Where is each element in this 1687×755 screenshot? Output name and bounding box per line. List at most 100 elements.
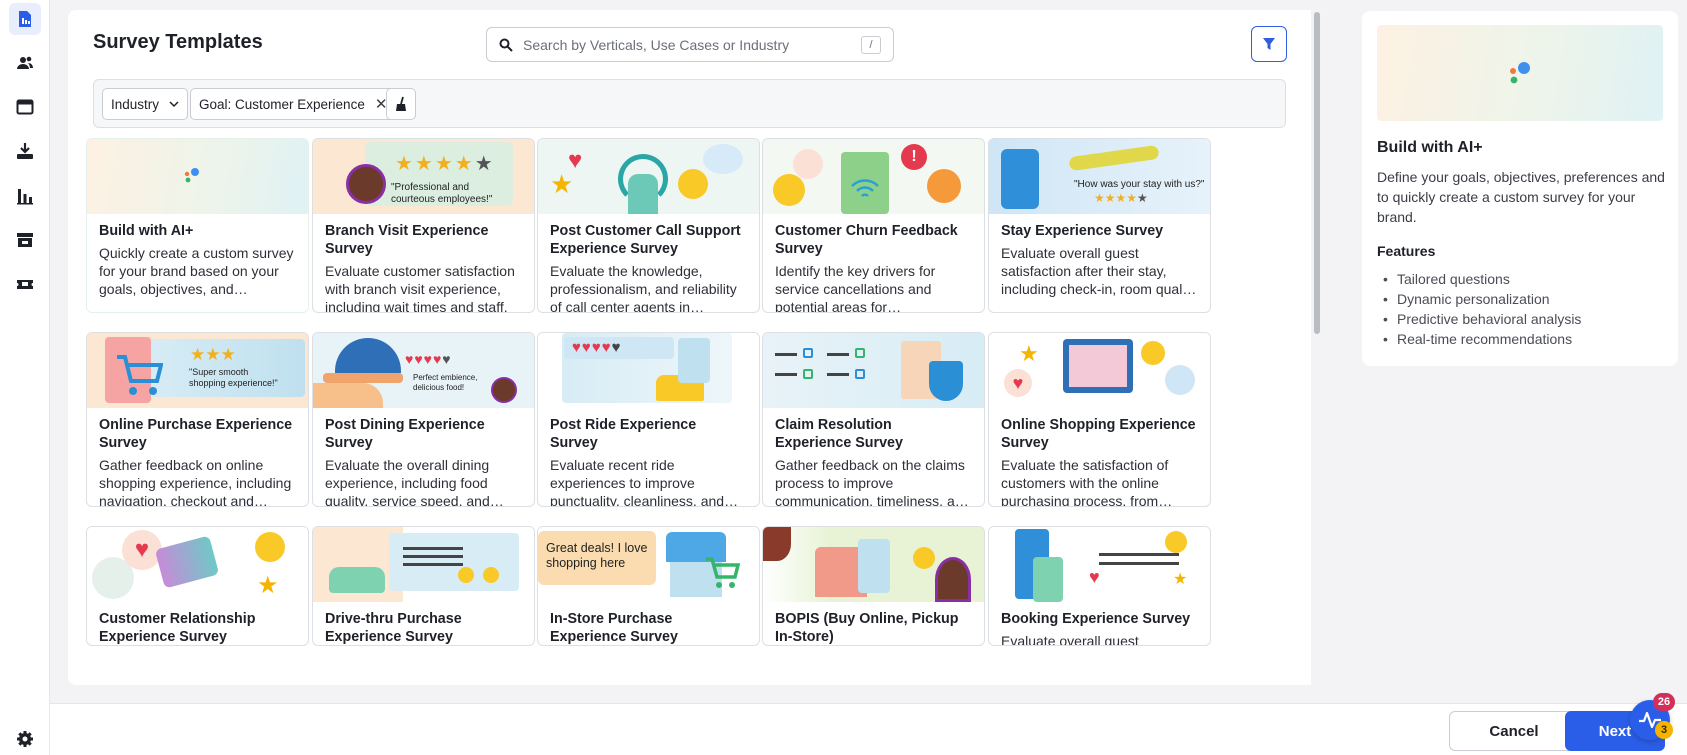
browser-window-icon bbox=[16, 99, 34, 115]
nav-surveys[interactable] bbox=[9, 3, 41, 35]
scrollbar[interactable] bbox=[1311, 10, 1324, 685]
card-illustration: ♥ ★ bbox=[989, 527, 1210, 602]
filter-button[interactable] bbox=[1251, 26, 1287, 62]
nav-store[interactable] bbox=[9, 224, 41, 256]
ticket-icon bbox=[17, 280, 33, 289]
download-tray-icon bbox=[17, 143, 33, 159]
card-description: Quickly create a custom survey for your … bbox=[99, 245, 294, 297]
feature-item: Real-time recommendations bbox=[1377, 329, 1581, 349]
ai-dots-icon bbox=[1510, 62, 1530, 84]
template-card[interactable]: ♥ ★ Customer Relationship Experience Surve… bbox=[86, 526, 309, 646]
search-shortcut-hint: / bbox=[861, 35, 881, 54]
card-title: Branch Visit Experience Survey bbox=[325, 223, 489, 257]
footer-bar bbox=[50, 703, 1687, 755]
card-description: Evaluate the overall dining experience, … bbox=[325, 457, 490, 507]
card-title: Online Purchase Experience Survey bbox=[99, 417, 293, 451]
card-description: Evaluate overall guest bbox=[1001, 633, 1139, 646]
template-card[interactable]: BOPIS (Buy Online, Pickup In-Store) bbox=[762, 526, 985, 646]
bar-chart-icon bbox=[17, 189, 33, 205]
ai-banner bbox=[1377, 25, 1663, 121]
template-card[interactable]: Build with AI+ Quickly create a custom su… bbox=[86, 138, 309, 313]
feature-item: Tailored questions bbox=[1377, 269, 1581, 289]
nav-window[interactable] bbox=[9, 91, 41, 123]
quote-text: Perfect embience, delicious food! bbox=[413, 373, 478, 392]
broom-icon bbox=[396, 96, 406, 111]
nav-settings[interactable] bbox=[9, 723, 41, 755]
feature-item: Dynamic personalization bbox=[1377, 289, 1581, 309]
goal-filter-chip[interactable]: Goal: Customer Experience ✕ bbox=[190, 88, 397, 120]
template-card[interactable]: Claim Resolution Experience Survey Gather… bbox=[762, 332, 985, 507]
card-title: Customer Relationship Experience Survey bbox=[99, 611, 256, 645]
card-description: Evaluate customer satisfaction with bran… bbox=[325, 263, 515, 313]
feature-item: Predictive behavioral analysis bbox=[1377, 309, 1581, 329]
industry-filter-dropdown[interactable]: Industry bbox=[102, 88, 189, 120]
quote-text: "How was your stay with us?" bbox=[1074, 179, 1205, 190]
features-list: Tailored questions Dynamic personalizati… bbox=[1377, 269, 1581, 349]
templates-panel: Survey Templates / Industry Goal: Custom… bbox=[68, 10, 1324, 685]
card-title: Post Customer Call Support Experience Su… bbox=[550, 223, 741, 257]
template-card[interactable]: ♥ ★ Booking Experience Survey Evaluate over… bbox=[988, 526, 1211, 646]
notification-badge: 26 bbox=[1653, 693, 1675, 711]
card-illustration: ★★★ "Super smooth shopping experience!" bbox=[87, 333, 308, 408]
preview-panel: Build with AI+ Define your goals, object… bbox=[1362, 11, 1678, 366]
quote-text: Great deals! I love shopping here bbox=[546, 541, 648, 570]
card-description: Evaluate the satisfaction of customers w… bbox=[1001, 457, 1169, 507]
search-icon bbox=[499, 38, 513, 52]
active-filters-bar: Industry Goal: Customer Experience ✕ bbox=[93, 79, 1286, 128]
scrollbar-thumb[interactable] bbox=[1314, 12, 1320, 334]
template-card[interactable]: ♥ ★ Post Customer Call Support Experience … bbox=[537, 138, 760, 313]
card-illustration: ★ ♥ bbox=[989, 333, 1210, 408]
search-box[interactable]: / bbox=[486, 27, 894, 62]
nav-analytics[interactable] bbox=[9, 180, 41, 212]
template-card[interactable]: Great deals! I love shopping here In-Stor… bbox=[537, 526, 760, 646]
nav-people[interactable] bbox=[9, 47, 41, 79]
people-icon bbox=[17, 56, 33, 69]
left-nav-rail bbox=[0, 0, 50, 755]
card-description: Gather feedback on the claims process to… bbox=[775, 457, 971, 507]
card-description: Gather feedback on online shopping exper… bbox=[99, 457, 292, 507]
card-title: Online Shopping Experience Survey bbox=[1001, 417, 1196, 451]
card-illustration: ★★★★★ "Professional and courteous employe… bbox=[313, 139, 534, 214]
alert-badge: 3 bbox=[1655, 721, 1673, 739]
card-illustration bbox=[763, 333, 984, 408]
template-card[interactable]: ♥♥♥♥♥ Perfect embience, delicious food! Po… bbox=[312, 332, 535, 507]
card-title: BOPIS (Buy Online, Pickup In-Store) bbox=[775, 611, 959, 645]
card-illustration: ♥ ★ bbox=[538, 139, 759, 214]
template-card[interactable]: ♥♥♥♥♥ Post Ride Experience Survey Evaluate… bbox=[537, 332, 760, 507]
card-illustration: ! bbox=[763, 139, 984, 214]
card-title: Customer Churn Feedback Survey bbox=[775, 223, 958, 257]
template-card[interactable]: ★★★★★ "Professional and courteous employe… bbox=[312, 138, 535, 313]
card-title: Claim Resolution Experience Survey bbox=[775, 417, 903, 451]
industry-filter-label: Industry bbox=[111, 96, 160, 112]
panel-title: Build with AI+ bbox=[1377, 139, 1483, 156]
template-card[interactable]: ! Customer Churn Feedback Survey Identify … bbox=[762, 138, 985, 313]
nav-downloads[interactable] bbox=[9, 135, 41, 167]
clear-filters-button[interactable] bbox=[386, 88, 416, 120]
card-title: Drive-thru Purchase Experience Survey bbox=[325, 611, 462, 645]
card-title: Stay Experience Survey bbox=[1001, 223, 1164, 239]
card-title: In-Store Purchase Experience Survey bbox=[550, 611, 678, 645]
chevron-down-icon bbox=[169, 101, 179, 108]
search-input[interactable] bbox=[523, 36, 861, 53]
card-description: Evaluate overall guest satisfaction afte… bbox=[1001, 245, 1197, 297]
card-title: Build with AI+ bbox=[99, 223, 194, 239]
funnel-icon bbox=[1263, 38, 1275, 50]
quote-text: "Super smooth shopping experience!" bbox=[189, 367, 278, 388]
nav-tickets[interactable] bbox=[9, 268, 41, 300]
template-card[interactable]: Drive-thru Purchase Experience Survey bbox=[312, 526, 535, 646]
card-title: Post Ride Experience Survey bbox=[550, 417, 697, 451]
card-illustration: ♥♥♥♥♥ bbox=[538, 333, 759, 408]
card-illustration bbox=[313, 527, 534, 602]
survey-doc-icon bbox=[19, 11, 31, 27]
page-title: Survey Templates bbox=[93, 31, 263, 53]
cancel-button[interactable]: Cancel bbox=[1449, 711, 1579, 751]
template-card[interactable]: ★ ♥ Online Shopping Experience Survey Evalu… bbox=[988, 332, 1211, 507]
features-heading: Features bbox=[1377, 243, 1436, 259]
template-card[interactable]: "How was your stay with us?" ★★★★★ Stay Ex… bbox=[988, 138, 1211, 313]
card-illustration: ♥ ★ bbox=[87, 527, 308, 602]
template-card[interactable]: ★★★ "Super smooth shopping experience!" On… bbox=[86, 332, 309, 507]
card-description: Evaluate the knowledge, professionalism,… bbox=[550, 263, 737, 313]
card-illustration: ♥♥♥♥♥ Perfect embience, delicious food! bbox=[313, 333, 534, 408]
card-illustration bbox=[763, 527, 984, 602]
quote-text: "Professional and courteous employees!" bbox=[391, 182, 493, 205]
